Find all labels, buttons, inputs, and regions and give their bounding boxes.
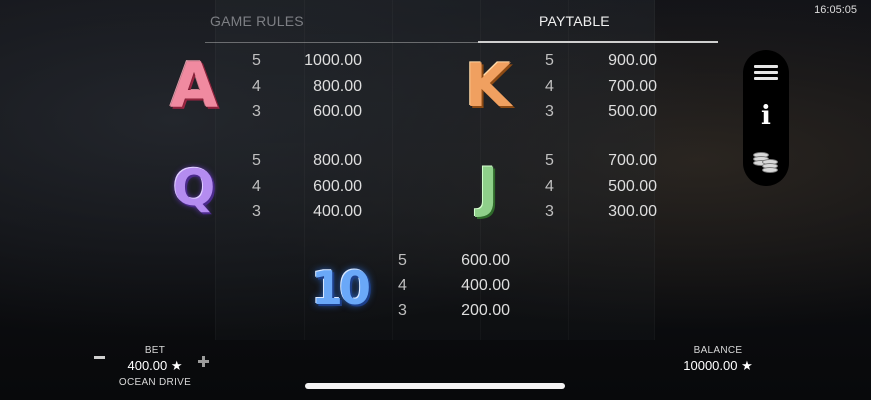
payout-value: 600.00 [461, 252, 510, 269]
match-count: 3 [398, 302, 407, 319]
tab-paytable[interactable]: PAYTABLE [539, 13, 610, 29]
bet-panel: BET 400.00 ★ OCEAN DRIVE [95, 345, 215, 388]
match-count: 5 [545, 152, 554, 169]
bet-label: BET [144, 345, 166, 356]
clock: 16:05:05 [814, 4, 857, 16]
payout-value: 400.00 [313, 203, 362, 220]
payout-value: 600.00 [313, 103, 362, 120]
payout-value: 900.00 [608, 52, 657, 69]
symbol-a-icon: A [170, 49, 218, 122]
payout-value: 300.00 [608, 203, 657, 220]
payout-value: 700.00 [608, 152, 657, 169]
match-count: 3 [252, 103, 261, 120]
home-indicator[interactable] [305, 383, 565, 389]
match-count: 4 [398, 277, 407, 294]
bet-amount: 400.00 ★ [127, 358, 183, 373]
side-menu: i [743, 50, 789, 186]
symbol-10-icon: 10 [310, 261, 371, 315]
payout-value: 400.00 [461, 277, 510, 294]
menu-icon[interactable] [743, 52, 789, 92]
balance-panel: BALANCE 10000.00 ★ [678, 345, 758, 374]
balance-label: BALANCE [693, 345, 743, 356]
match-count: 4 [252, 78, 261, 95]
payout-value: 500.00 [608, 178, 657, 195]
symbol-k-icon: K [464, 51, 512, 121]
symbol-j-icon: J [477, 156, 499, 219]
match-count: 4 [545, 78, 554, 95]
match-count: 3 [545, 203, 554, 220]
game-name: OCEAN DRIVE [118, 377, 192, 388]
match-count: 5 [545, 52, 554, 69]
payout-value: 500.00 [608, 103, 657, 120]
info-icon[interactable]: i [743, 96, 789, 136]
match-count: 4 [545, 178, 554, 195]
match-count: 5 [252, 52, 261, 69]
balance-amount: 10000.00 ★ [683, 358, 753, 373]
match-count: 5 [398, 252, 407, 269]
match-count: 3 [252, 203, 261, 220]
match-count: 3 [545, 103, 554, 120]
tab-active-indicator [478, 41, 718, 43]
reel-area [215, 0, 655, 340]
match-count: 4 [252, 178, 261, 195]
payout-value: 200.00 [461, 302, 510, 319]
tab-game-rules[interactable]: GAME RULES [210, 13, 304, 29]
payout-value: 600.00 [313, 178, 362, 195]
payout-value: 800.00 [313, 152, 362, 169]
payout-value: 700.00 [608, 78, 657, 95]
payout-value: 800.00 [313, 78, 362, 95]
coins-icon[interactable] [743, 142, 789, 182]
payout-value: 1000.00 [304, 52, 362, 69]
symbol-q-icon: Q [172, 159, 216, 217]
match-count: 5 [252, 152, 261, 169]
